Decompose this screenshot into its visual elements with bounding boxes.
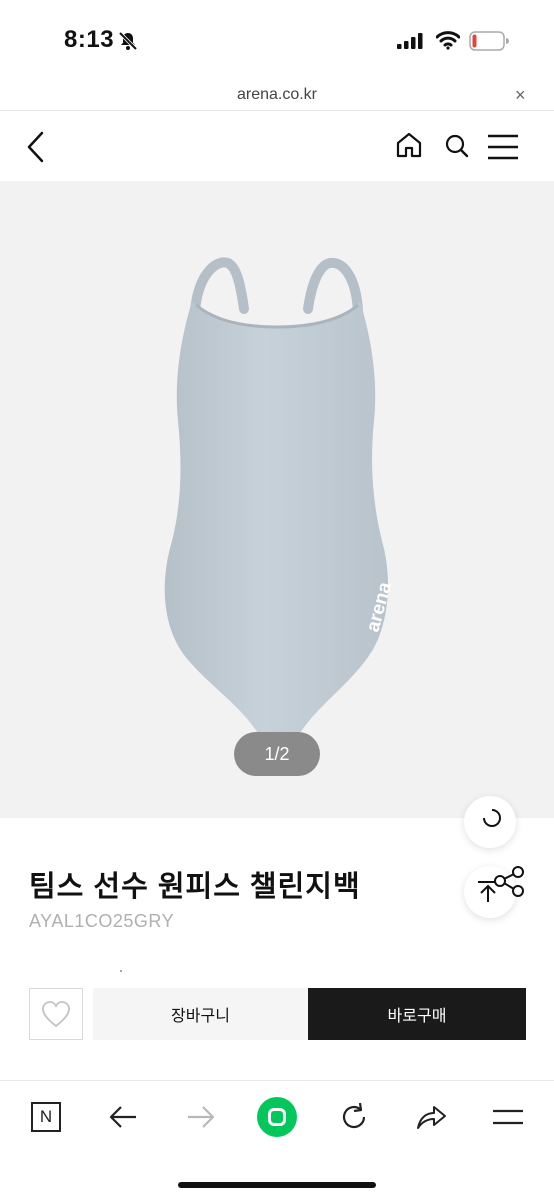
wishlist-button[interactable] [29, 988, 83, 1040]
clock-icon [483, 809, 501, 827]
refresh-icon[interactable] [338, 1101, 370, 1133]
divider [0, 1080, 554, 1081]
swimsuit-image: arena [164, 257, 396, 733]
url-domain[interactable]: arena.co.kr [0, 86, 554, 104]
status-time: 8:13 [64, 26, 115, 53]
close-icon[interactable]: × [515, 85, 526, 106]
add-to-cart-button[interactable]: 장바구니 [93, 988, 308, 1040]
green-home-button[interactable] [257, 1097, 297, 1137]
naver-label: N [39, 1107, 53, 1126]
hamburger-icon[interactable] [487, 134, 519, 160]
bell-slash-icon [118, 31, 138, 51]
green-dot-icon [268, 1108, 286, 1126]
home-indicator [178, 1182, 376, 1188]
more-menu-icon[interactable] [492, 1106, 524, 1128]
battery-icon [469, 31, 509, 51]
back-icon[interactable] [24, 130, 48, 164]
recent-view-button[interactable] [464, 796, 516, 848]
back-arrow-icon[interactable] [108, 1104, 138, 1130]
home-icon[interactable] [395, 131, 423, 159]
heart-icon [42, 1001, 70, 1028]
product-code: AYAL1CO25GRY [29, 911, 175, 931]
naver-button[interactable]: N [31, 1102, 61, 1132]
forward-icon[interactable] [186, 1104, 216, 1130]
share-arrow-icon[interactable] [414, 1102, 448, 1132]
share-icon[interactable] [492, 864, 528, 898]
page-indicator: 1/2 [234, 732, 320, 776]
product-title: 팀스 선수 원피스 챌린지백 [29, 871, 361, 903]
signal-icon [397, 33, 423, 49]
search-icon[interactable] [444, 133, 470, 159]
divider [0, 110, 554, 111]
wifi-icon [436, 31, 460, 50]
dot [120, 970, 122, 972]
buy-now-button[interactable]: 바로구매 [308, 988, 526, 1040]
product-image[interactable]: arena [0, 181, 554, 818]
